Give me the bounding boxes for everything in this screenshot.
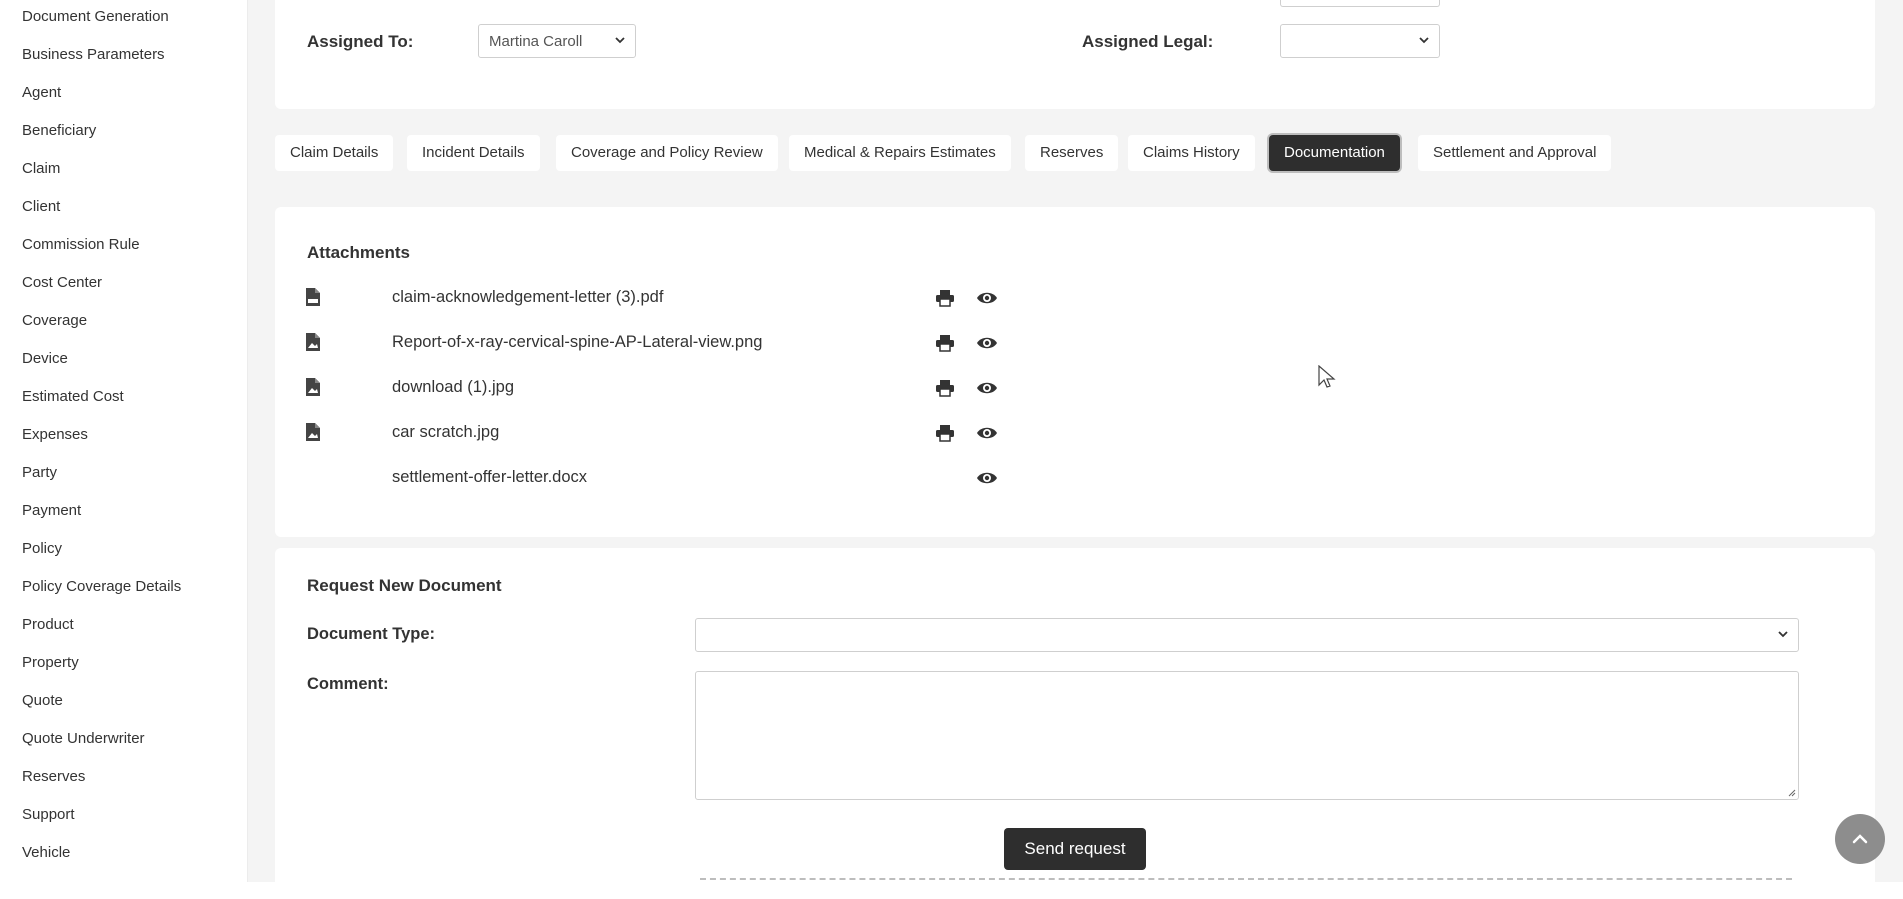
- chevron-down-icon: [1778, 631, 1788, 638]
- sidebar-item-business-parameters[interactable]: Business Parameters: [22, 46, 165, 63]
- attachment-row: car scratch.jpg: [275, 418, 1875, 448]
- sidebar-item-beneficiary[interactable]: Beneficiary: [22, 122, 96, 139]
- sidebar-item-client[interactable]: Client: [22, 198, 60, 215]
- attachment-row: Report-of-x-ray-cervical-spine-AP-Latera…: [275, 328, 1875, 358]
- tab-claims-history[interactable]: Claims History: [1128, 135, 1255, 171]
- tab-claim-details[interactable]: Claim Details: [275, 135, 394, 171]
- sidebar-item-policy[interactable]: Policy: [22, 540, 62, 557]
- image-file-icon: [306, 333, 320, 351]
- tab-medical-repairs-estimates[interactable]: Medical & Repairs Estimates: [789, 135, 1011, 171]
- pdf-file-icon: [306, 288, 320, 306]
- sidebar-item-cost-center[interactable]: Cost Center: [22, 274, 102, 291]
- print-icon[interactable]: [935, 424, 955, 442]
- attachment-row: claim-acknowledgement-letter (3).pdf: [275, 283, 1875, 313]
- sidebar-item-document-generation[interactable]: Document Generation: [22, 8, 169, 25]
- attachment-row: download (1).jpg: [275, 373, 1875, 403]
- tab-settlement-and-approval[interactable]: Settlement and Approval: [1418, 135, 1612, 171]
- assigned-to-value: Martina Caroll: [489, 33, 583, 50]
- sidebar-item-agent[interactable]: Agent: [22, 84, 61, 101]
- sidebar-item-commission-rule[interactable]: Commission Rule: [22, 236, 140, 253]
- print-icon[interactable]: [935, 334, 955, 352]
- sidebar-item-expenses[interactable]: Expenses: [22, 426, 88, 443]
- mouse-cursor-icon: [1318, 365, 1336, 388]
- sidebar-item-device[interactable]: Device: [22, 350, 68, 367]
- image-file-icon: [306, 423, 320, 441]
- document-type-select[interactable]: [695, 618, 1799, 652]
- attachment-name[interactable]: download (1).jpg: [392, 378, 514, 397]
- comment-textarea[interactable]: [695, 671, 1799, 800]
- tab-documentation[interactable]: Documentation: [1269, 135, 1400, 171]
- attachment-row: settlement-offer-letter.docx: [275, 463, 1875, 493]
- eye-icon[interactable]: [976, 424, 998, 442]
- image-file-icon: [306, 378, 320, 396]
- sidebar-item-payment[interactable]: Payment: [22, 502, 81, 519]
- chevron-down-icon: [1419, 37, 1429, 44]
- sidebar-item-quote-underwriter[interactable]: Quote Underwriter: [22, 730, 145, 747]
- sidebar-item-support[interactable]: Support: [22, 806, 75, 823]
- print-icon[interactable]: [935, 379, 955, 397]
- document-type-label: Document Type:: [307, 625, 436, 643]
- print-icon[interactable]: [935, 289, 955, 307]
- attachment-name[interactable]: Report-of-x-ray-cervical-spine-AP-Latera…: [392, 333, 762, 352]
- scroll-to-top-button[interactable]: [1835, 814, 1885, 864]
- attachment-name[interactable]: claim-acknowledgement-letter (3).pdf: [392, 288, 663, 307]
- tab-reserves[interactable]: Reserves: [1025, 135, 1119, 171]
- attachment-name[interactable]: car scratch.jpg: [392, 423, 499, 442]
- eye-icon[interactable]: [976, 334, 998, 352]
- dashed-divider: [700, 878, 1792, 880]
- resize-handle-icon[interactable]: [1786, 787, 1796, 797]
- assigned-to-select[interactable]: Martina Caroll: [478, 24, 636, 58]
- tab-incident-details[interactable]: Incident Details: [407, 135, 540, 171]
- attachment-name[interactable]: settlement-offer-letter.docx: [392, 468, 587, 487]
- tab-coverage-and-policy-review[interactable]: Coverage and Policy Review: [556, 135, 778, 171]
- sidebar-item-claim[interactable]: Claim: [22, 160, 60, 177]
- sidebar-item-party[interactable]: Party: [22, 464, 57, 481]
- eye-icon[interactable]: [976, 469, 998, 487]
- sidebar-item-coverage[interactable]: Coverage: [22, 312, 87, 329]
- request-document-title: Request New Document: [307, 576, 502, 595]
- sidebar-item-property[interactable]: Property: [22, 654, 79, 671]
- attachments-title: Attachments: [307, 243, 410, 262]
- assigned-to-label: Assigned To:: [307, 32, 414, 51]
- eye-icon[interactable]: [976, 289, 998, 307]
- attachments-panel: Attachments claim-acknowledgement-letter…: [275, 207, 1875, 537]
- partial-select-field[interactable]: [1280, 0, 1440, 7]
- chevron-down-icon: [615, 37, 625, 44]
- send-request-button[interactable]: Send request: [1004, 828, 1146, 870]
- sidebar-item-quote[interactable]: Quote: [22, 692, 63, 709]
- sidebar-item-product[interactable]: Product: [22, 616, 74, 633]
- assigned-legal-label: Assigned Legal:: [1082, 32, 1214, 51]
- sidebar-item-estimated-cost[interactable]: Estimated Cost: [22, 388, 124, 405]
- sidebar: Document Generation Business Parameters …: [0, 0, 248, 882]
- assigned-legal-select[interactable]: [1280, 24, 1440, 58]
- assignment-panel: Assigned To: Martina Caroll Assigned Leg…: [275, 0, 1875, 109]
- sidebar-item-vehicle[interactable]: Vehicle: [22, 844, 70, 861]
- footer-strip: [0, 882, 1903, 899]
- sidebar-item-policy-coverage-details[interactable]: Policy Coverage Details: [22, 578, 181, 595]
- eye-icon[interactable]: [976, 379, 998, 397]
- chevron-up-icon: [1852, 834, 1868, 844]
- comment-label: Comment:: [307, 675, 389, 693]
- sidebar-item-reserves[interactable]: Reserves: [22, 768, 85, 785]
